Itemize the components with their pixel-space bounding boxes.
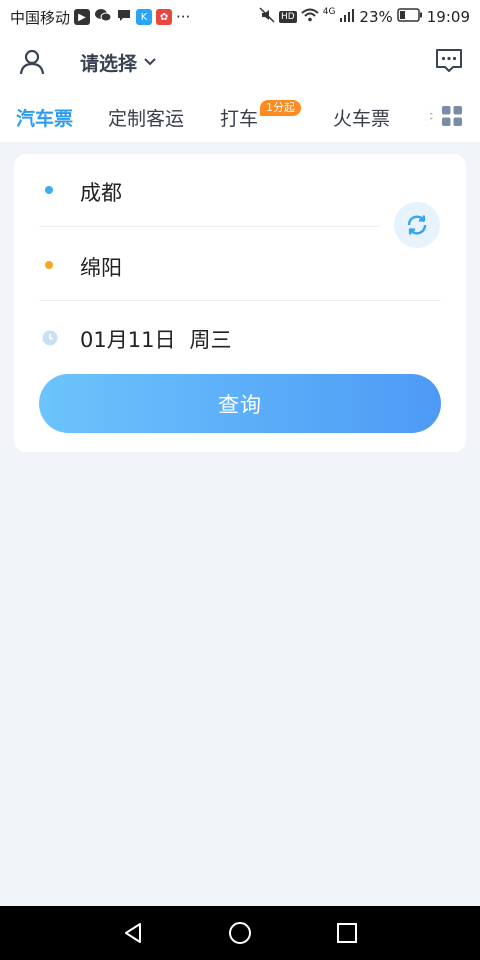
recents-icon[interactable]	[335, 921, 359, 945]
all-services-button[interactable]	[442, 106, 462, 126]
system-nav-bar	[0, 906, 480, 960]
to-city[interactable]: 绵阳	[80, 252, 122, 282]
location-label: 请选择	[80, 52, 138, 75]
signal-icon	[339, 8, 355, 26]
message-button[interactable]	[434, 46, 464, 76]
date-selector[interactable]: 01月11日 周三	[80, 324, 231, 354]
status-left: 中国移动 ▶ K ✿ ···	[10, 7, 190, 28]
grid-icon	[442, 106, 462, 126]
battery-percent: 23%	[359, 8, 393, 26]
from-dot-icon	[45, 186, 53, 194]
gift-app-icon: ✿	[156, 9, 173, 25]
location-selector[interactable]: 请选择	[80, 48, 157, 76]
carrier-label: 中国移动	[10, 8, 71, 27]
network-type: 4G	[322, 7, 336, 17]
tab-fade-overlay	[400, 90, 430, 142]
status-right: HD 4G 23% 19:09	[259, 7, 470, 27]
user-profile-button[interactable]	[18, 48, 46, 76]
status-bar: 中国移动 ▶ K ✿ ··· HD 4G 23% 19:09	[0, 0, 480, 34]
to-dot-icon	[45, 261, 53, 269]
app-header: 请选择	[0, 34, 480, 90]
tab-bus-ticket[interactable]: 汽车票	[16, 104, 73, 131]
user-icon	[19, 49, 45, 75]
k-app-icon: K	[136, 9, 153, 25]
battery-icon	[397, 8, 423, 26]
date-value: 01月11日	[80, 328, 176, 352]
search-card: 成都 绵阳 01月11日 周三 查询	[14, 154, 466, 452]
divider	[39, 300, 441, 301]
divider	[39, 226, 379, 227]
app-notification-icon: ▶	[74, 9, 91, 25]
chevron-down-icon	[144, 58, 156, 66]
query-button[interactable]: 查询	[39, 374, 441, 433]
wifi-icon	[301, 8, 319, 26]
tab-custom-transport[interactable]: 定制客运	[108, 104, 184, 131]
back-icon[interactable]	[121, 921, 145, 945]
tab-taxi[interactable]: 打车	[220, 104, 258, 131]
chat-icon	[116, 7, 132, 27]
hd-icon: HD	[279, 11, 297, 23]
weekday-value: 周三	[189, 328, 232, 352]
tab-train-ticket[interactable]: 火车票	[333, 104, 390, 131]
from-city[interactable]: 成都	[80, 177, 122, 207]
mute-icon	[259, 7, 275, 27]
message-icon	[436, 49, 462, 72]
swap-icon	[407, 215, 427, 235]
clock-icon	[42, 330, 58, 346]
swap-cities-button[interactable]	[394, 202, 440, 248]
clock-time: 19:09	[426, 8, 470, 26]
home-icon[interactable]	[228, 921, 252, 945]
taxi-price-badge: 1分起	[260, 100, 301, 116]
more-notifications: ···	[176, 8, 191, 26]
wechat-icon	[94, 7, 112, 27]
